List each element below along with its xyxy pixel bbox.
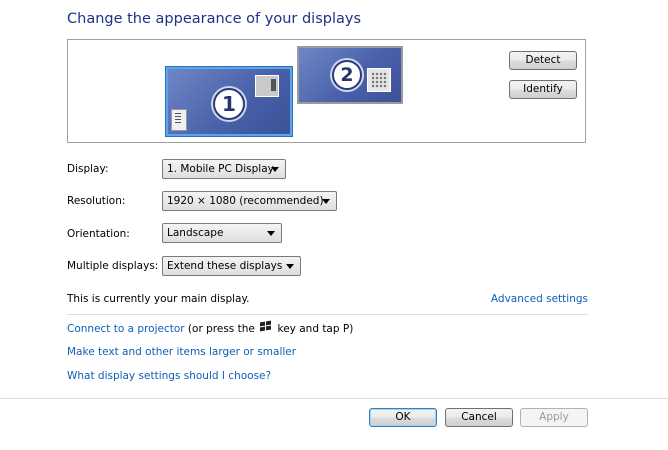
multiple-displays-select-value: Extend these displays [167, 260, 283, 272]
text-size-link[interactable]: Make text and other items larger or smal… [67, 346, 296, 358]
multiple-displays-select[interactable]: Extend these displays [162, 256, 301, 276]
identify-button[interactable]: Identify [509, 80, 577, 99]
monitor-1[interactable]: 1 [165, 66, 293, 137]
calculator-thumbnail-icon [367, 68, 391, 92]
display-select-value: 1. Mobile PC Display [167, 163, 274, 175]
resolution-select-value: 1920 × 1080 (recommended) [167, 195, 324, 207]
window-thumbnail-icon [255, 75, 279, 97]
divider [67, 314, 588, 315]
orientation-select[interactable]: Landscape [162, 223, 282, 243]
display-settings-help-link[interactable]: What display settings should I choose? [67, 370, 271, 382]
footer-divider [0, 398, 668, 399]
resolution-label: Resolution: [67, 195, 126, 207]
monitor-2-number: 2 [332, 60, 362, 90]
apply-button[interactable]: Apply [520, 408, 588, 427]
dropdown-arrow-icon [267, 231, 275, 236]
display-label: Display: [67, 163, 109, 175]
connect-projector-link[interactable]: Connect to a projector [67, 323, 185, 335]
cancel-button[interactable]: Cancel [445, 408, 513, 427]
monitor-1-number: 1 [213, 88, 245, 120]
orientation-select-value: Landscape [167, 227, 224, 239]
display-select[interactable]: 1. Mobile PC Display [162, 159, 286, 179]
projector-hint-prefix: (or press the [184, 323, 259, 335]
dropdown-arrow-icon [271, 167, 279, 172]
ok-button[interactable]: OK [369, 408, 437, 427]
multiple-displays-label: Multiple displays: [67, 260, 159, 272]
resolution-select[interactable]: 1920 × 1080 (recommended) [162, 191, 337, 211]
projector-hint-suffix: key and tap P) [274, 323, 354, 335]
monitor-2[interactable]: 2 [297, 46, 403, 104]
orientation-label: Orientation: [67, 228, 130, 240]
windows-key-icon [260, 320, 272, 333]
main-display-text: This is currently your main display. [67, 293, 250, 305]
detect-button[interactable]: Detect [509, 51, 577, 70]
page-title: Change the appearance of your displays [67, 11, 362, 27]
dropdown-arrow-icon [286, 264, 294, 269]
advanced-settings-link[interactable]: Advanced settings [491, 293, 588, 305]
document-thumbnail-icon [171, 109, 187, 131]
dropdown-arrow-icon [322, 199, 330, 204]
projector-line: Connect to a projector (or press the key… [67, 320, 354, 335]
